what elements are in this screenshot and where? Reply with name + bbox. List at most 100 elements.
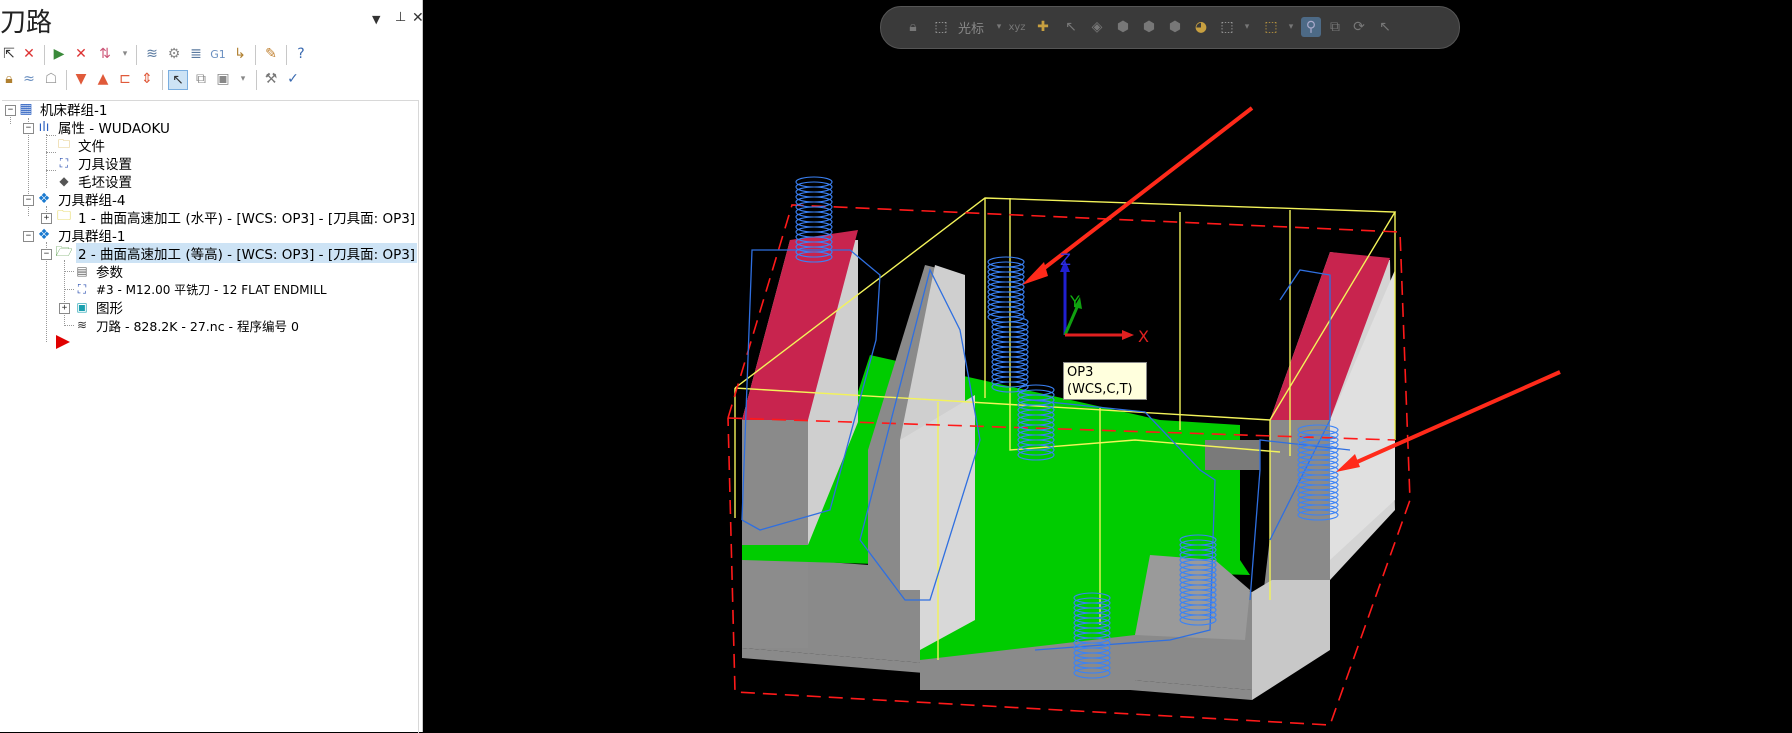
- toolpath-post-icon[interactable]: ≣: [187, 45, 205, 63]
- tooltip-line-1: OP3: [1067, 365, 1094, 380]
- collapse-toggle[interactable]: −: [5, 105, 16, 116]
- x-axis-label: X: [1138, 327, 1149, 346]
- folder-icon: 🗀: [57, 136, 70, 151]
- wave-icon[interactable]: ≈: [20, 70, 38, 88]
- lock-icon[interactable]: 🔒︎: [0, 70, 18, 88]
- expand-toggle[interactable]: +: [41, 213, 52, 224]
- tree-item-label: 文件: [78, 139, 105, 155]
- tree-item-op2[interactable]: 🗁 2 - 曲面高速加工 (等高) - [WCS: OP3] - [刀具面: O…: [55, 243, 418, 263]
- tree-item-label: 毛坯设置: [78, 175, 132, 191]
- pin-icon[interactable]: ⊥: [395, 10, 406, 25]
- toolpath-icon: ≋: [76, 318, 88, 332]
- copy-icon[interactable]: ⧉: [192, 70, 210, 88]
- tree-item-toolgroup-1[interactable]: ❖ 刀具群组-1: [36, 226, 127, 245]
- tree-item-stock-settings[interactable]: ◆ 毛坯设置: [56, 172, 134, 191]
- tree-item-toolgroup-4[interactable]: ❖ 刀具群组-4: [36, 190, 127, 209]
- tree-line: [64, 271, 74, 272]
- collapse-toggle[interactable]: −: [41, 249, 52, 260]
- view-dropdown-icon[interactable]: ▾: [234, 70, 252, 88]
- properties-icon: ılı: [38, 119, 50, 135]
- sort-dropdown-icon[interactable]: ▾: [116, 45, 134, 63]
- move-icon[interactable]: ↳: [231, 45, 249, 63]
- tree-item-label: 2 - 曲面高速加工 (等高) - [WCS: OP3] - [刀具面: OP3…: [76, 243, 418, 263]
- toolbar-separator: [162, 70, 163, 90]
- panel-dropdown-icon[interactable]: ▼: [372, 13, 380, 26]
- select-all-icon[interactable]: ⇱: [0, 45, 18, 63]
- toolbar-row-2: 🔒︎ ≈ ☖ ▼ ▲ ⊏ ⇕ ↖ ⧉ ▣ ▾ ⚒ ✓: [0, 67, 420, 93]
- insert-arrow-icon[interactable]: [56, 335, 70, 349]
- y-axis-label: Y: [1070, 292, 1080, 311]
- toolpath-lock-icon[interactable]: ⚙: [165, 45, 183, 63]
- operations-tree: − ▦ 机床群组-1 − ılı 属性 - WUDAOKU 🗀 文件 ⛶ 刀具设…: [0, 98, 420, 732]
- tree-item-label: 刀具设置: [78, 157, 132, 173]
- tree-item-label: 刀路 - 828.2K - 27.nc - 程序编号 0: [96, 318, 299, 334]
- expand-toggle[interactable]: +: [59, 303, 70, 314]
- tree-item-label: 1 - 曲面高速加工 (水平) - [WCS: OP3] - [刀具面: OP3…: [78, 211, 416, 227]
- stock-icon: ◆: [59, 174, 69, 188]
- tree-item-label: 机床群组-1: [40, 103, 108, 119]
- collapse-toggle[interactable]: −: [23, 231, 34, 242]
- tool-check-icon[interactable]: ✓: [284, 70, 302, 88]
- regen-dirty-icon[interactable]: ✕: [72, 45, 90, 63]
- center-rib-front: [868, 440, 900, 590]
- tree-item-label: 参数: [96, 265, 123, 281]
- tree-item-properties[interactable]: ılı 属性 - WUDAOKU: [36, 118, 172, 138]
- wcs-tooltip: OP3 (WCS,C,T): [1063, 362, 1147, 400]
- tree-line: [64, 325, 74, 326]
- toolpath-manager-panel: 刀路 ▼ ⊥ ✕ ⇱ ✕ ▶ ✕ ⇅ ▾ ≋ ⚙ ≣ G1 ↳ ✎ ? 🔒︎ ≈…: [0, 0, 424, 733]
- help-icon[interactable]: ?: [292, 45, 310, 63]
- tree-item-params[interactable]: ▤ 参数: [74, 262, 125, 281]
- tree-item-tool-settings[interactable]: ⛶ 刀具设置: [56, 154, 134, 174]
- expand-icon[interactable]: ⇕: [138, 70, 156, 88]
- inner-step: [1205, 440, 1260, 470]
- operation-open-folder-icon: 🗁: [55, 244, 73, 260]
- collapse-toggle[interactable]: −: [23, 195, 34, 206]
- tree-line: [64, 260, 65, 324]
- tree-item-machine-group[interactable]: ▦ 机床群组-1: [18, 100, 109, 119]
- toolbar-separator: [255, 45, 256, 65]
- panel-title: 刀路: [0, 8, 53, 38]
- tree-item-label: 图形: [96, 301, 123, 317]
- sort-icon[interactable]: ⇅: [96, 45, 114, 63]
- tree-item-label: 属性 - WUDAOKU: [58, 121, 170, 137]
- tree-line: [64, 289, 74, 290]
- operation-folder-icon: 🗀: [57, 208, 71, 224]
- ghost-icon[interactable]: ☖: [42, 70, 60, 88]
- toolbar-separator: [136, 45, 137, 65]
- view-options-icon[interactable]: ▣: [214, 70, 232, 88]
- toolpath-display-icon[interactable]: ≋: [143, 45, 161, 63]
- g1-icon[interactable]: G1: [209, 45, 227, 63]
- insert-icon[interactable]: ⊏: [116, 70, 134, 88]
- collapse-toggle[interactable]: −: [23, 123, 34, 134]
- tree-line: [46, 152, 56, 153]
- wizard-icon[interactable]: ⚒: [262, 70, 280, 88]
- part-base-left-front: [742, 556, 808, 648]
- toolgroup-icon: ❖: [37, 227, 51, 243]
- close-icon[interactable]: ✕: [412, 10, 424, 26]
- endmill-icon: ⛶: [77, 281, 87, 296]
- toolbar-separator: [256, 70, 257, 90]
- tool-settings-icon: ⛶: [59, 155, 69, 170]
- params-icon: ▤: [76, 264, 88, 278]
- wrench-icon[interactable]: ✎: [262, 45, 280, 63]
- tooltip-line-2: (WCS,C,T): [1067, 382, 1133, 397]
- toolbar-row-1: ⇱ ✕ ▶ ✕ ⇅ ▾ ≋ ⚙ ≣ G1 ↳ ✎ ?: [0, 42, 420, 68]
- toolbar-separator: [66, 70, 67, 90]
- move-up-icon[interactable]: ▲: [94, 70, 112, 88]
- move-down-icon[interactable]: ▼: [72, 70, 90, 88]
- tree-item-label: #3 - M12.00 平铣刀 - 12 FLAT ENDMILL: [96, 282, 327, 297]
- tree-item-geometry[interactable]: ▣ 图形: [74, 298, 125, 317]
- tree-item-tool[interactable]: ⛶ #3 - M12.00 平铣刀 - 12 FLAT ENDMILL: [74, 280, 329, 298]
- annotation-arrow-head: [1022, 262, 1048, 285]
- toolbar-separator: [286, 45, 287, 65]
- toolbar-separator: [44, 45, 45, 65]
- z-axis-label: Z: [1060, 250, 1071, 269]
- regen-icon[interactable]: ▶: [50, 45, 68, 63]
- tree-item-op1[interactable]: 🗀 1 - 曲面高速加工 (水平) - [WCS: OP3] - [刀具面: O…: [56, 208, 417, 227]
- tree-item-toolpath[interactable]: ≋ 刀路 - 828.2K - 27.nc - 程序编号 0: [74, 316, 301, 334]
- tree-line: [46, 134, 47, 188]
- deselect-icon[interactable]: ✕: [20, 45, 38, 63]
- tree-item-files[interactable]: 🗀 文件: [56, 136, 107, 156]
- select-arrow-icon[interactable]: ↖: [168, 70, 188, 90]
- toolgroup-icon: ❖: [37, 191, 51, 207]
